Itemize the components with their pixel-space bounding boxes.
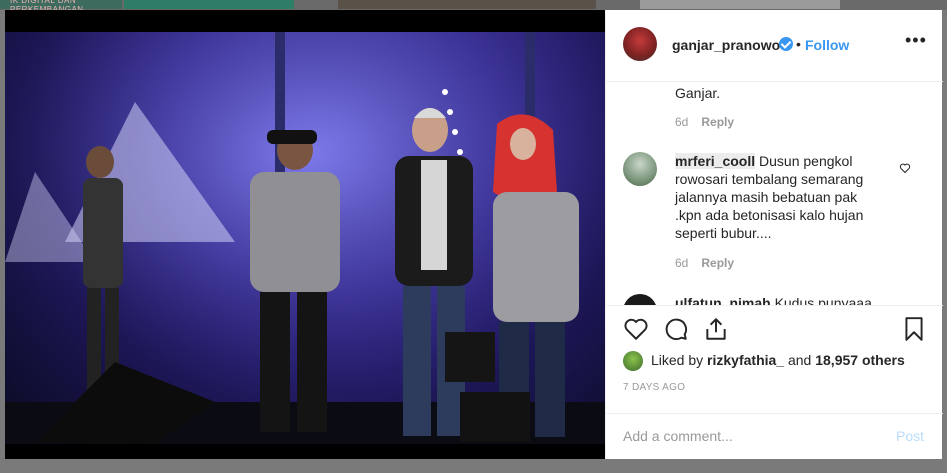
comment-body: ulfatun_nimah Kudus punyaaa <box>675 294 885 305</box>
liked-count-link[interactable]: 18,957 others <box>815 352 905 368</box>
comments-list[interactable]: Ganjar. 6d Reply mrferi_cooll Dusun pengk… <box>606 82 943 305</box>
comment-meta: 6d Reply <box>675 256 734 270</box>
share-icon[interactable] <box>703 316 729 342</box>
liked-user-link[interactable]: rizkyfathia_ <box>707 352 784 368</box>
comment-input[interactable] <box>623 426 883 446</box>
bookmark-icon[interactable] <box>903 316 925 342</box>
add-comment-bar: Post <box>606 413 943 459</box>
comment-icon[interactable] <box>663 316 689 342</box>
post-actions: Liked by rizkyfathia_ and 18,957 others … <box>606 305 943 413</box>
avatar[interactable] <box>623 27 657 61</box>
background-thumbnail <box>640 0 840 9</box>
heart-icon[interactable] <box>623 316 649 342</box>
background-thumbnail <box>338 0 596 9</box>
post-modal: ganjar_pranowo • Follow ••• Ganjar. 6d Re… <box>5 10 943 459</box>
comment-text: Kudus punyaaa <box>774 295 872 305</box>
follow-button[interactable]: Follow <box>805 37 849 53</box>
username-link[interactable]: ganjar_pranowo <box>672 37 780 53</box>
post-date[interactable]: 7 DAYS AGO <box>623 382 685 393</box>
liked-and: and <box>787 352 812 368</box>
separator-dot: • <box>796 36 801 52</box>
verified-badge-icon <box>779 37 793 51</box>
like-comment-icon[interactable] <box>899 162 911 174</box>
background-thumbnail <box>124 0 294 9</box>
comment-body: mrferi_cooll Dusun pengkol rowosari temb… <box>675 152 885 242</box>
background-feed: IK DIGITAL DAN PERKEMBANGAN... <box>0 0 947 14</box>
post-comment-button[interactable]: Post <box>896 428 924 444</box>
avatar[interactable] <box>623 294 657 305</box>
comment-text: Ganjar. <box>675 85 721 101</box>
reply-button[interactable]: Reply <box>701 115 734 129</box>
post-photo[interactable] <box>5 32 605 444</box>
comment-username[interactable]: ulfatun_nimah <box>675 295 771 305</box>
liked-prefix: Liked by <box>651 352 704 368</box>
comment-age: 6d <box>675 256 689 270</box>
comment-meta: 6d Reply <box>675 115 734 129</box>
avatar[interactable] <box>623 152 657 186</box>
comment-username[interactable]: mrferi_cooll <box>675 153 756 169</box>
reply-button[interactable]: Reply <box>701 256 734 270</box>
liked-by-avatar[interactable] <box>623 351 643 371</box>
more-options-button[interactable]: ••• <box>905 30 927 51</box>
background-overlay <box>0 459 947 473</box>
liked-by-text: Liked by rizkyfathia_ and 18,957 others <box>651 352 905 368</box>
post-media <box>5 10 605 459</box>
concert-photo-illustration <box>5 32 605 444</box>
background-thumbnail: IK DIGITAL DAN PERKEMBANGAN... <box>0 0 122 14</box>
post-header: ganjar_pranowo • Follow ••• <box>606 10 943 82</box>
comment-age: 6d <box>675 115 689 129</box>
post-side-panel: ganjar_pranowo • Follow ••• Ganjar. 6d Re… <box>605 10 943 459</box>
